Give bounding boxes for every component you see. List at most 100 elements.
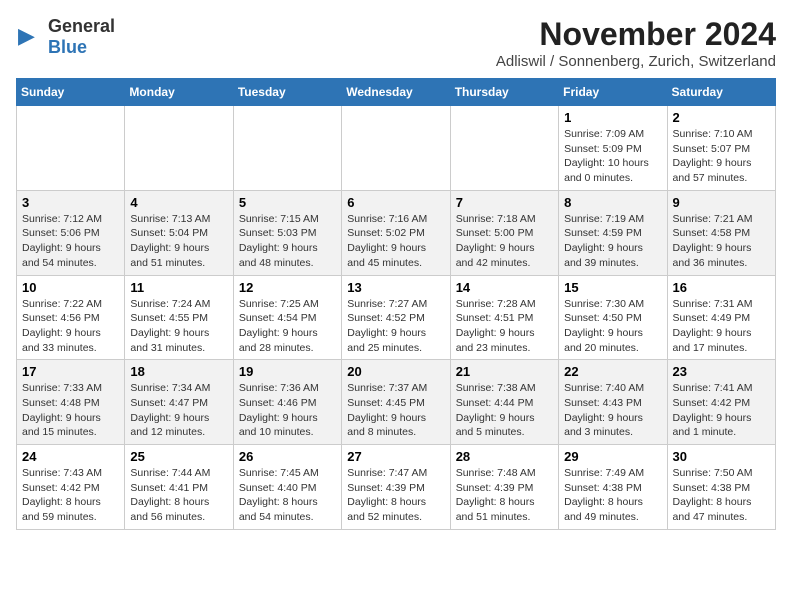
day-info: Sunrise: 7:31 AM Sunset: 4:49 PM Dayligh… — [673, 297, 770, 356]
day-number: 22 — [564, 364, 661, 379]
logo: ▶ General Blue — [16, 16, 115, 58]
day-number: 18 — [130, 364, 227, 379]
calendar-cell — [17, 106, 125, 191]
day-info: Sunrise: 7:50 AM Sunset: 4:38 PM Dayligh… — [673, 466, 770, 525]
day-number: 20 — [347, 364, 444, 379]
day-number: 17 — [22, 364, 119, 379]
day-info: Sunrise: 7:38 AM Sunset: 4:44 PM Dayligh… — [456, 381, 553, 440]
day-info: Sunrise: 7:22 AM Sunset: 4:56 PM Dayligh… — [22, 297, 119, 356]
day-number: 29 — [564, 449, 661, 464]
day-info: Sunrise: 7:09 AM Sunset: 5:09 PM Dayligh… — [564, 127, 661, 186]
calendar-cell — [233, 106, 341, 191]
day-info: Sunrise: 7:15 AM Sunset: 5:03 PM Dayligh… — [239, 212, 336, 271]
day-number: 15 — [564, 280, 661, 295]
day-info: Sunrise: 7:18 AM Sunset: 5:00 PM Dayligh… — [456, 212, 553, 271]
calendar-cell: 27Sunrise: 7:47 AM Sunset: 4:39 PM Dayli… — [342, 445, 450, 530]
calendar-cell: 5 Sunrise: 7:15 AM Sunset: 5:03 PM Daylig… — [233, 190, 341, 275]
calendar-cell: 11 Sunrise: 7:24 AM Sunset: 4:55 PM Dayli… — [125, 275, 233, 360]
calendar-cell: 8Sunrise: 7:19 AM Sunset: 4:59 PM Daylig… — [559, 190, 667, 275]
day-info: Sunrise: 7:12 AM Sunset: 5:06 PM Dayligh… — [22, 212, 119, 271]
calendar-cell: 9Sunrise: 7:21 AM Sunset: 4:58 PM Daylig… — [667, 190, 775, 275]
calendar-cell: 17 Sunrise: 7:33 AM Sunset: 4:48 PM Dayli… — [17, 360, 125, 445]
calendar-cell — [450, 106, 558, 191]
day-number: 7 — [456, 195, 553, 210]
day-info: Sunrise: 7:36 AM Sunset: 4:46 PM Dayligh… — [239, 381, 336, 440]
day-info: Sunrise: 7:43 AM Sunset: 4:42 PM Dayligh… — [22, 466, 119, 525]
calendar-cell: 20 Sunrise: 7:37 AM Sunset: 4:45 PM Dayli… — [342, 360, 450, 445]
calendar-cell: 1 Sunrise: 7:09 AM Sunset: 5:09 PM Daylig… — [559, 106, 667, 191]
day-info: Sunrise: 7:28 AM Sunset: 4:51 PM Dayligh… — [456, 297, 553, 356]
day-number: 24 — [22, 449, 119, 464]
day-number: 19 — [239, 364, 336, 379]
day-info: Sunrise: 7:25 AM Sunset: 4:54 PM Dayligh… — [239, 297, 336, 356]
day-info: Sunrise: 7:40 AM Sunset: 4:43 PM Dayligh… — [564, 381, 661, 440]
calendar-cell: 15 Sunrise: 7:30 AM Sunset: 4:50 PM Dayli… — [559, 275, 667, 360]
day-number: 25 — [130, 449, 227, 464]
day-number: 26 — [239, 449, 336, 464]
day-number: 12 — [239, 280, 336, 295]
calendar-cell: 13 Sunrise: 7:27 AM Sunset: 4:52 PM Dayli… — [342, 275, 450, 360]
day-number: 21 — [456, 364, 553, 379]
calendar-cell: 23 Sunrise: 7:41 AM Sunset: 4:42 PM Dayli… — [667, 360, 775, 445]
day-number: 28 — [456, 449, 553, 464]
calendar-cell: 16Sunrise: 7:31 AM Sunset: 4:49 PM Dayli… — [667, 275, 775, 360]
day-number: 3 — [22, 195, 119, 210]
calendar-week-row: 3 Sunrise: 7:12 AM Sunset: 5:06 PM Daylig… — [17, 190, 776, 275]
calendar-week-row: 1 Sunrise: 7:09 AM Sunset: 5:09 PM Daylig… — [17, 106, 776, 191]
logo-blue: Blue — [48, 37, 87, 57]
header: ▶ General Blue November 2024 Adliswil / … — [16, 16, 776, 70]
main-title: November 2024 — [496, 16, 776, 53]
calendar-cell: 18 Sunrise: 7:34 AM Sunset: 4:47 PM Dayli… — [125, 360, 233, 445]
day-info: Sunrise: 7:27 AM Sunset: 4:52 PM Dayligh… — [347, 297, 444, 356]
day-info: Sunrise: 7:49 AM Sunset: 4:38 PM Dayligh… — [564, 466, 661, 525]
day-number: 6 — [347, 195, 444, 210]
day-number: 13 — [347, 280, 444, 295]
calendar-cell: 25 Sunrise: 7:44 AM Sunset: 4:41 PM Dayli… — [125, 445, 233, 530]
day-info: Sunrise: 7:34 AM Sunset: 4:47 PM Dayligh… — [130, 381, 227, 440]
day-info: Sunrise: 7:16 AM Sunset: 5:02 PM Dayligh… — [347, 212, 444, 271]
day-number: 11 — [130, 280, 227, 295]
day-info: Sunrise: 7:47 AM Sunset: 4:39 PM Dayligh… — [347, 466, 444, 525]
day-info: Sunrise: 7:33 AM Sunset: 4:48 PM Dayligh… — [22, 381, 119, 440]
day-number: 2 — [673, 110, 770, 125]
calendar-cell: 2Sunrise: 7:10 AM Sunset: 5:07 PM Daylig… — [667, 106, 775, 191]
day-number: 1 — [564, 110, 661, 125]
day-number: 23 — [673, 364, 770, 379]
day-info: Sunrise: 7:41 AM Sunset: 4:42 PM Dayligh… — [673, 381, 770, 440]
day-number: 10 — [22, 280, 119, 295]
day-number: 30 — [673, 449, 770, 464]
day-info: Sunrise: 7:44 AM Sunset: 4:41 PM Dayligh… — [130, 466, 227, 525]
calendar-week-row: 24 Sunrise: 7:43 AM Sunset: 4:42 PM Dayli… — [17, 445, 776, 530]
day-info: Sunrise: 7:37 AM Sunset: 4:45 PM Dayligh… — [347, 381, 444, 440]
day-info: Sunrise: 7:13 AM Sunset: 5:04 PM Dayligh… — [130, 212, 227, 271]
calendar-cell: 3 Sunrise: 7:12 AM Sunset: 5:06 PM Daylig… — [17, 190, 125, 275]
day-info: Sunrise: 7:48 AM Sunset: 4:39 PM Dayligh… — [456, 466, 553, 525]
logo-general: General — [48, 16, 115, 36]
day-number: 5 — [239, 195, 336, 210]
weekday-header-row: SundayMondayTuesdayWednesdayThursdayFrid… — [17, 79, 776, 106]
calendar-cell: 7 Sunrise: 7:18 AM Sunset: 5:00 PM Daylig… — [450, 190, 558, 275]
weekday-header-saturday: Saturday — [667, 79, 775, 106]
day-info: Sunrise: 7:30 AM Sunset: 4:50 PM Dayligh… — [564, 297, 661, 356]
subtitle: Adliswil / Sonnenberg, Zurich, Switzerla… — [496, 53, 776, 70]
weekday-header-friday: Friday — [559, 79, 667, 106]
day-info: Sunrise: 7:24 AM Sunset: 4:55 PM Dayligh… — [130, 297, 227, 356]
calendar-cell: 28 Sunrise: 7:48 AM Sunset: 4:39 PM Dayli… — [450, 445, 558, 530]
weekday-header-tuesday: Tuesday — [233, 79, 341, 106]
weekday-header-thursday: Thursday — [450, 79, 558, 106]
calendar-week-row: 10 Sunrise: 7:22 AM Sunset: 4:56 PM Dayli… — [17, 275, 776, 360]
calendar-cell: 26Sunrise: 7:45 AM Sunset: 4:40 PM Dayli… — [233, 445, 341, 530]
calendar-cell: 21 Sunrise: 7:38 AM Sunset: 4:44 PM Dayli… — [450, 360, 558, 445]
calendar-cell: 30 Sunrise: 7:50 AM Sunset: 4:38 PM Dayli… — [667, 445, 775, 530]
day-info: Sunrise: 7:21 AM Sunset: 4:58 PM Dayligh… — [673, 212, 770, 271]
calendar-cell: 29 Sunrise: 7:49 AM Sunset: 4:38 PM Dayli… — [559, 445, 667, 530]
title-area: November 2024 Adliswil / Sonnenberg, Zur… — [496, 16, 776, 70]
calendar-cell: 22 Sunrise: 7:40 AM Sunset: 4:43 PM Dayli… — [559, 360, 667, 445]
calendar-cell: 14Sunrise: 7:28 AM Sunset: 4:51 PM Dayli… — [450, 275, 558, 360]
calendar-table: SundayMondayTuesdayWednesdayThursdayFrid… — [16, 78, 776, 530]
weekday-header-monday: Monday — [125, 79, 233, 106]
logo-icon: ▶ — [16, 23, 44, 51]
calendar-cell: 6 Sunrise: 7:16 AM Sunset: 5:02 PM Daylig… — [342, 190, 450, 275]
calendar-cell: 10 Sunrise: 7:22 AM Sunset: 4:56 PM Dayli… — [17, 275, 125, 360]
calendar-cell: 4Sunrise: 7:13 AM Sunset: 5:04 PM Daylig… — [125, 190, 233, 275]
